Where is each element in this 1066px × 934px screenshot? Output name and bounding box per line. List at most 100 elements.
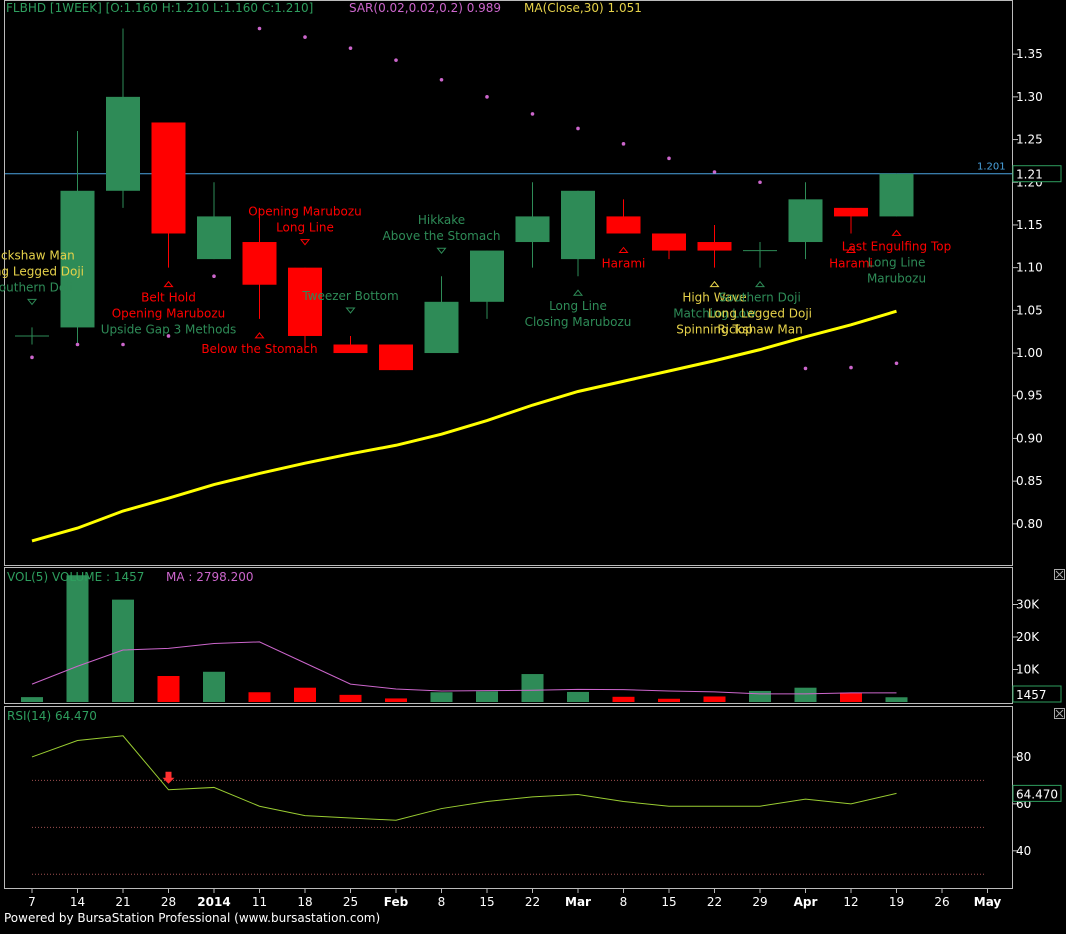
rsi-title: RSI(14) 64.470 [7, 709, 97, 723]
pattern-marker-down [436, 247, 447, 254]
x-tick-label: 15 [661, 895, 676, 909]
rsi-tick-label: 80 [1016, 750, 1031, 764]
sar-dot [667, 156, 671, 161]
sar-dot [894, 361, 899, 366]
pattern-label: Rickshaw Man [717, 323, 802, 337]
sar-dot [394, 58, 398, 62]
x-tick-label: 7 [28, 895, 36, 909]
x-tick-label: 22 [707, 895, 722, 909]
last-volume-label: 1457 [1016, 688, 1047, 702]
volume-bar [385, 698, 407, 702]
sar-dot [530, 112, 535, 116]
candle-body [470, 250, 504, 302]
candle-body [697, 242, 732, 251]
rsi-panel [4, 706, 1013, 889]
pattern-label: Opening Marubozu [248, 205, 362, 219]
candle-body [879, 173, 914, 217]
pattern-label: Hikkake [418, 213, 465, 227]
volume-bar [840, 692, 862, 702]
x-tick-label: 22 [525, 895, 540, 909]
price-tick-label: 0.85 [1016, 474, 1043, 488]
x-tick-label: 15 [479, 895, 494, 909]
x-tick-label: 8 [620, 895, 628, 909]
pattern-marker-up [254, 332, 265, 339]
price-tick-label: 1.00 [1016, 346, 1043, 360]
price-tick-label: 1.10 [1016, 261, 1043, 275]
volume-bar [794, 687, 817, 702]
stock-chart: 0.800.850.900.951.001.051.101.151.201.25… [0, 0, 1065, 909]
sar-dot [30, 355, 34, 360]
pattern-marker-up [163, 280, 174, 288]
pattern-label: Belt Hold [141, 291, 196, 305]
volume-chart: 10K 20K 30K 1457 [21, 575, 1062, 703]
x-tick-label: Mar [565, 895, 591, 909]
pattern-label: Above the Stomach [383, 229, 501, 243]
x-tick-label: 11 [252, 895, 267, 909]
pattern-marker-up [618, 246, 629, 253]
pattern-label: Long Line [868, 255, 926, 269]
sar-dot [849, 365, 853, 370]
pattern-label: Long Line [549, 299, 607, 313]
sar-dot [257, 26, 262, 31]
candle-body [515, 216, 550, 243]
ma-line [31, 309, 897, 543]
candle-body [424, 301, 459, 354]
sar-dot [121, 342, 125, 347]
volume-bar [203, 671, 225, 702]
volume-bar [157, 676, 180, 702]
volume-bar [294, 687, 316, 702]
price-tick-label: 0.95 [1016, 389, 1043, 403]
candle-body [106, 96, 140, 191]
sar-label: SAR(0.02,0.02,0.2) 0.989 [349, 1, 501, 15]
sar-dot [576, 126, 580, 131]
price-tick-label: 1.15 [1016, 218, 1043, 232]
price-panel [4, 0, 1013, 566]
volume-bar [430, 692, 453, 702]
candle-body [197, 216, 231, 260]
pattern-marker-up [572, 289, 584, 296]
pattern-marker-up [709, 280, 720, 288]
pattern-marker-down [299, 239, 311, 246]
rsi-line [31, 735, 897, 821]
close-volume-icon[interactable] [1054, 569, 1065, 580]
x-tick-label: May [974, 895, 1002, 909]
volume-ma-label: MA : 2798.200 [166, 570, 254, 584]
sar-dot [75, 342, 80, 347]
x-axis: 7 14 21 28 2014 11 18 25 Feb 8 15 22 Mar 8 15 22 29 Apr 12… [28, 889, 1001, 909]
candle-body [606, 216, 641, 234]
x-tick-label: 28 [161, 895, 176, 909]
price-tick-label: 0.80 [1016, 517, 1043, 531]
pattern-label: Opening Marubozu [112, 307, 226, 321]
volume-tick-label: 10K [1016, 663, 1040, 677]
pattern-label: Upside Gap 3 Methods [101, 323, 237, 337]
ma-label: MA(Close,30) 1.051 [524, 1, 642, 15]
candle-body [379, 344, 413, 371]
sar-dot [803, 366, 808, 371]
candle-body [242, 242, 277, 285]
x-tick-label: Feb [384, 895, 409, 909]
close-rsi-icon[interactable] [1054, 708, 1065, 719]
pattern-label: Last Engulfing Top [842, 239, 951, 253]
x-tick-label: 8 [438, 895, 446, 909]
candle-body [151, 122, 186, 234]
x-tick-label: 18 [297, 895, 312, 909]
volume-title: VOL(5) VOLUME : 1457 [7, 570, 144, 584]
sar-dot [303, 35, 307, 39]
x-tick-label: 2014 [197, 895, 230, 909]
pattern-label: Below the Stomach [201, 342, 317, 356]
sar-dot [758, 180, 762, 185]
rsi-chart: 40608064.470 [31, 735, 1062, 875]
sar-dot [485, 95, 489, 99]
x-tick-label: Apr [794, 895, 818, 909]
pattern-marker-up [891, 229, 902, 236]
candle-body [788, 199, 823, 243]
volume-bar [567, 691, 589, 702]
sar-dot [712, 170, 717, 174]
candle-body [652, 233, 686, 251]
x-tick-label: 25 [343, 895, 358, 909]
pattern-label: Rickshaw Man [0, 248, 75, 262]
last-price-label: 1.21 [1016, 168, 1043, 182]
x-tick-label: 21 [115, 895, 130, 909]
pattern-label: Long Legged Doji [0, 264, 84, 278]
x-tick-label: 19 [889, 895, 904, 909]
